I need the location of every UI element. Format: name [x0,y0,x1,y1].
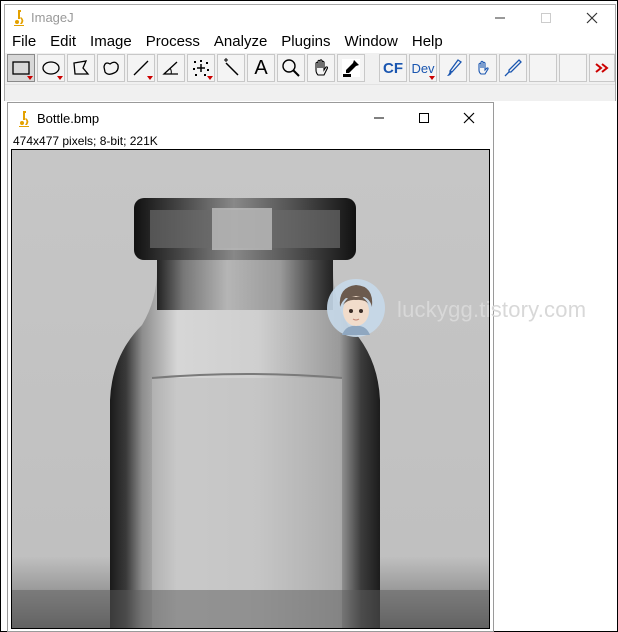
microscope-app-icon [14,10,24,26]
maximize-icon [541,13,551,23]
hand-tool[interactable] [307,54,335,82]
freehand-icon [103,61,119,75]
cf-icon: CF [383,59,403,77]
submenu-indicator [27,76,33,80]
text-icon: A [254,57,268,79]
submenu-indicator [207,76,213,80]
pencil-tool[interactable] [499,54,527,82]
cf-tool[interactable]: CF [379,54,407,82]
menu-window[interactable]: Window [338,31,405,53]
close-icon [463,112,475,124]
image-window-title: Bottle.bmp [37,111,100,126]
polygon-icon [73,60,90,75]
line-tool[interactable] [127,54,155,82]
angle-icon [162,61,178,75]
magnifier-tool[interactable] [277,54,305,82]
pencil-icon [504,59,522,77]
menu-file[interactable]: File [5,31,43,53]
empty-tool-slot[interactable] [529,54,557,82]
tool-bar: A CF Dev [5,54,615,82]
image-info-text: 474x477 pixels; 8-bit; 221K [13,134,158,148]
text-tool[interactable]: A [247,54,275,82]
submenu-indicator [429,76,435,80]
image-window: Bottle.bmp 474x477 pixels; 8-bit; 221K [7,102,494,632]
bottle-image [12,150,489,628]
dev-icon: Dev [411,60,435,76]
watermark-text: luckygg.tistory.com [397,297,587,322]
brush-icon [447,59,462,76]
image-title-bar[interactable]: Bottle.bmp [8,103,493,133]
freehand-tool[interactable] [97,54,125,82]
maximize-icon [419,113,429,123]
rectangle-tool[interactable] [7,54,35,82]
image-maximize-button[interactable] [401,103,447,133]
close-icon [586,12,598,24]
menu-bar: File Edit Image Process Analyze Plugins … [5,31,615,53]
submenu-indicator [57,76,63,80]
menu-plugins[interactable]: Plugins [274,31,337,53]
minimize-icon [495,17,505,19]
status-bar [5,84,615,101]
image-minimize-button[interactable] [356,103,402,133]
brush-tool[interactable] [439,54,467,82]
flood-fill-icon [478,60,489,75]
image-canvas[interactable] [11,149,490,629]
point-tool[interactable] [187,54,215,82]
main-close-button[interactable] [569,5,615,31]
menu-help[interactable]: Help [405,31,450,53]
magnifier-icon [282,59,300,77]
image-close-button[interactable] [446,103,492,133]
oval-tool[interactable] [37,54,65,82]
main-window-title: ImageJ [31,10,74,25]
menu-analyze[interactable]: Analyze [207,31,274,53]
main-minimize-button[interactable] [477,5,523,31]
wand-icon [224,58,239,76]
dropper-icon [342,59,360,77]
menu-image[interactable]: Image [83,31,139,53]
submenu-indicator [147,76,153,80]
empty-tool-slot[interactable] [559,54,587,82]
dropper-tool[interactable] [337,54,365,82]
menu-process[interactable]: Process [139,31,207,53]
avatar-icon [327,279,385,337]
menu-edit[interactable]: Edit [43,31,83,53]
wand-tool[interactable] [217,54,245,82]
minimize-icon [374,117,384,119]
main-maximize-button[interactable] [523,5,569,31]
microscope-app-icon [19,111,29,127]
dev-tool[interactable]: Dev [409,54,437,82]
polygon-tool[interactable] [67,54,95,82]
main-title-bar[interactable]: ImageJ [5,5,615,31]
angle-tool[interactable] [157,54,185,82]
imagej-main-window: ImageJ File Edit Image Process Analyze P… [4,4,616,101]
more-tools[interactable] [589,54,615,82]
flood-tool[interactable] [469,54,497,82]
more-tools-icon [595,63,609,73]
hand-icon [315,59,329,76]
screenshot-frame: ImageJ File Edit Image Process Analyze P… [0,0,618,632]
